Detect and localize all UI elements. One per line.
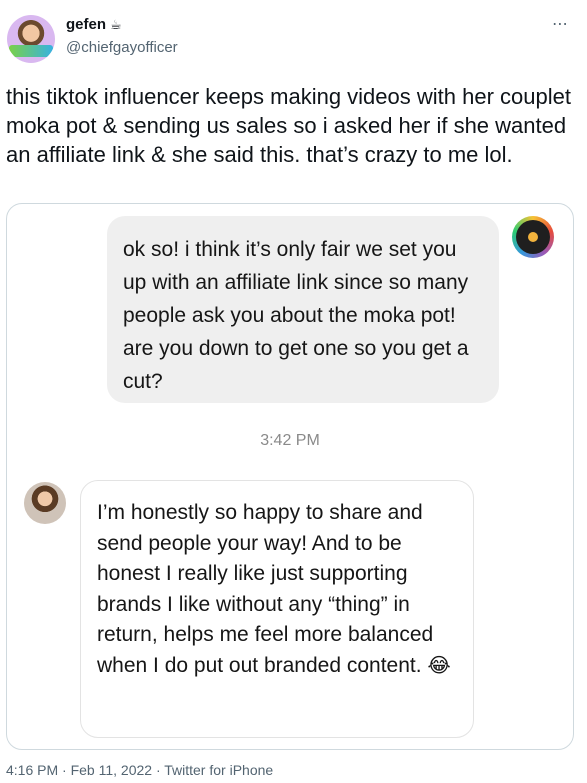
avatar-banner — [9, 45, 53, 57]
tweet-meta[interactable]: 4:16 PM · Feb 11, 2022 · Twitter for iPh… — [6, 762, 273, 778]
influencer-avatar — [24, 482, 66, 524]
tweet-text: this tiktok influencer keeps making vide… — [6, 84, 571, 167]
author-handle[interactable]: @chiefgayofficer — [66, 39, 178, 56]
outgoing-message-bubble: ok so! i think it’s only fair we set you… — [107, 216, 499, 403]
incoming-message-text: I’m honestly so happy to share and send … — [97, 498, 459, 681]
coffee-emoji: ☕ — [110, 17, 122, 32]
incoming-message-body: I’m honestly so happy to share and send … — [97, 501, 434, 677]
incoming-message-bubble: I’m honestly so happy to share and send … — [80, 480, 474, 738]
logo-inner — [516, 220, 550, 254]
author-name-text[interactable]: gefen — [66, 16, 106, 33]
couplet-coffee-logo — [512, 216, 554, 258]
outgoing-message-text: ok so! i think it’s only fair we set you… — [123, 238, 469, 393]
more-options-icon[interactable]: ⋯ — [552, 14, 569, 34]
tweet-media-image[interactable]: ok so! i think it’s only fair we set you… — [6, 203, 574, 750]
logo-dot — [528, 232, 538, 242]
author-avatar[interactable] — [7, 15, 55, 63]
tweet-header: gefen ☕ @chiefgayofficer ⋯ — [0, 0, 587, 70]
author-name[interactable]: gefen ☕ — [66, 16, 122, 33]
message-timestamp: 3:42 PM — [260, 432, 320, 449]
laughing-emoji: 😂 — [427, 654, 451, 677]
